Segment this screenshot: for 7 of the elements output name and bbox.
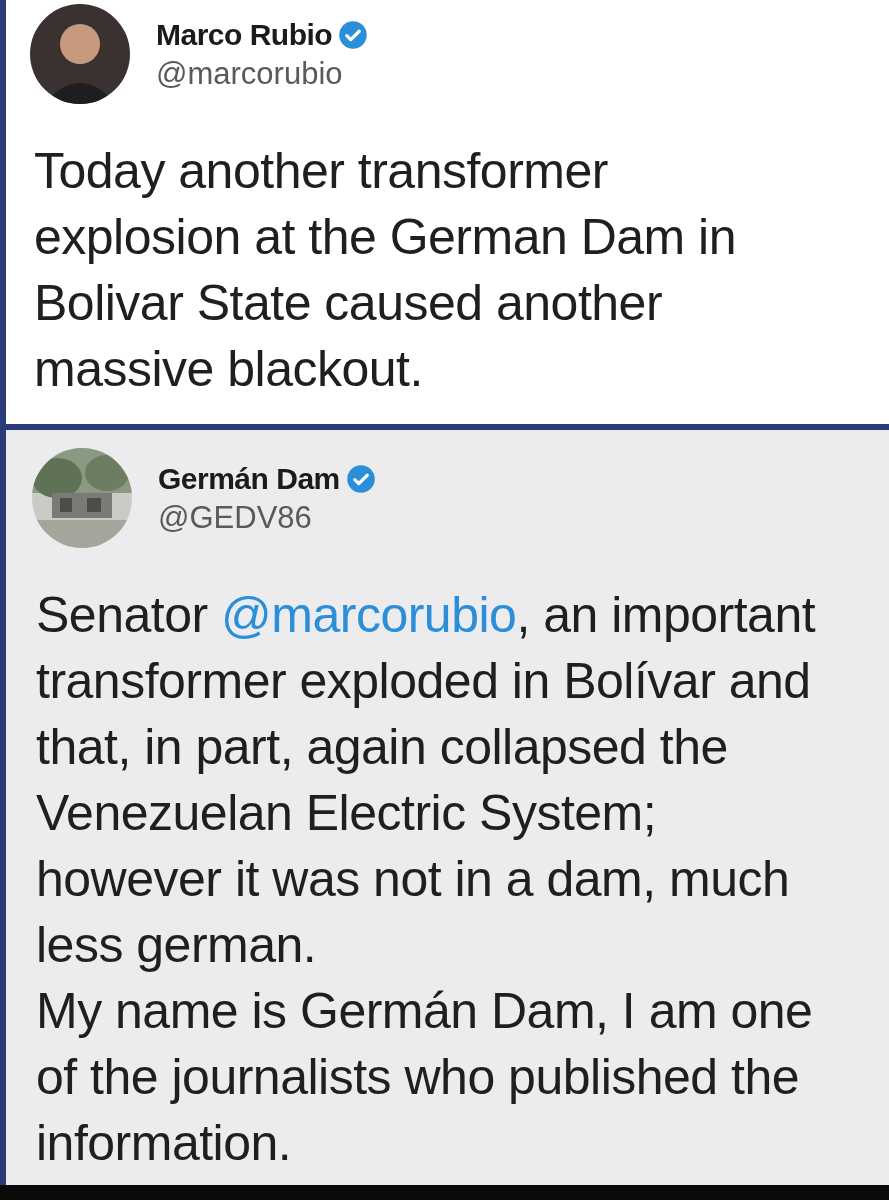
mention-link[interactable]: @marcorubio: [221, 587, 517, 643]
author-name: Marco Rubio: [156, 18, 333, 52]
author-handle: @GEDV86: [158, 500, 313, 536]
tweet-text: Senator @marcorubio, an important transformer exploded in Bolívar and that, in part, again collapsed the Venezuelan Electric System; however it was not in a dam, much less german. My name is Germán Dam, I am one of the journalists who published the information.: [36, 586, 817, 1173]
tweet-text: Today another transformer explosion at the German Dam in Bolivar State caused another massive blackout.: [34, 142, 738, 399]
author-handle: @marcorubio: [156, 56, 344, 92]
author-name: Germán Dam: [158, 462, 340, 496]
